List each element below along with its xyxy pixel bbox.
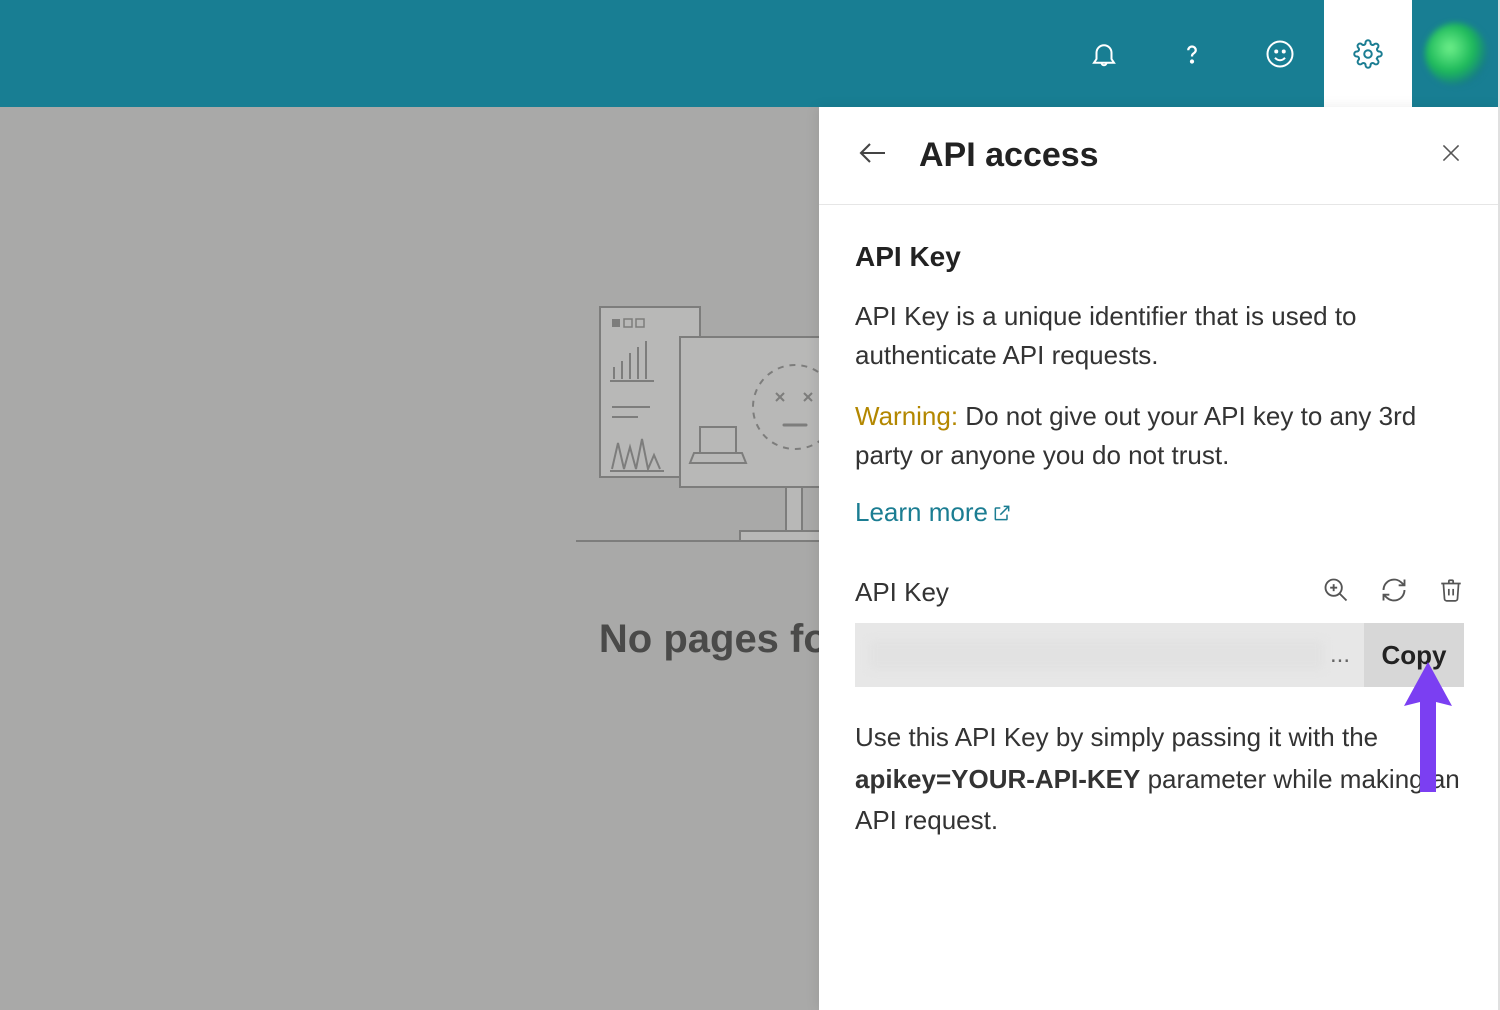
add-key-button[interactable]: [1322, 576, 1350, 609]
section-title: API Key: [855, 241, 1464, 273]
key-row-header: API Key: [855, 576, 1464, 609]
learn-more-text: Learn more: [855, 497, 988, 528]
account-button[interactable]: [1412, 0, 1500, 107]
api-key-description: API Key is a unique identifier that is u…: [855, 297, 1464, 375]
help-button[interactable]: [1148, 0, 1236, 107]
refresh-key-button[interactable]: [1380, 576, 1408, 609]
usage-prefix: Use this API Key by simply passing it wi…: [855, 722, 1378, 752]
key-field: ... Copy: [855, 623, 1464, 687]
copy-label: Copy: [1382, 640, 1447, 671]
topbar: [0, 0, 1500, 107]
arrow-left-icon: [855, 135, 891, 171]
settings-button[interactable]: [1324, 0, 1412, 107]
bell-icon: [1089, 39, 1119, 69]
close-button[interactable]: [1438, 140, 1464, 171]
notifications-button[interactable]: [1060, 0, 1148, 107]
panel-body: API Key API Key is a unique identifier t…: [819, 205, 1500, 842]
settings-panel: API access API Key API Key is a unique i…: [819, 107, 1500, 1010]
close-icon: [1438, 140, 1464, 166]
masked-key-blur: [869, 640, 1324, 670]
key-actions: [1322, 576, 1464, 609]
trash-icon: [1438, 576, 1464, 604]
back-button[interactable]: [855, 135, 891, 176]
warning-label: Warning:: [855, 401, 958, 431]
gear-icon: [1353, 39, 1383, 69]
external-link-icon: [992, 503, 1012, 523]
key-label: API Key: [855, 577, 949, 608]
feedback-button[interactable]: [1236, 0, 1324, 107]
learn-more-link[interactable]: Learn more: [855, 497, 1012, 528]
masked-key-suffix: ...: [1330, 641, 1350, 669]
usage-text: Use this API Key by simply passing it wi…: [855, 717, 1464, 842]
help-icon: [1177, 39, 1207, 69]
panel-header: API access: [819, 107, 1500, 205]
panel-title: API access: [919, 136, 1410, 175]
copy-button[interactable]: Copy: [1364, 623, 1464, 687]
api-key-warning: Warning: Do not give out your API key to…: [855, 397, 1464, 475]
avatar: [1425, 23, 1487, 85]
key-value[interactable]: ...: [855, 623, 1364, 687]
usage-param: apikey=YOUR-API-KEY: [855, 764, 1140, 794]
zoom-plus-icon: [1322, 576, 1350, 604]
delete-key-button[interactable]: [1438, 576, 1464, 609]
refresh-icon: [1380, 576, 1408, 604]
smiley-icon: [1265, 39, 1295, 69]
